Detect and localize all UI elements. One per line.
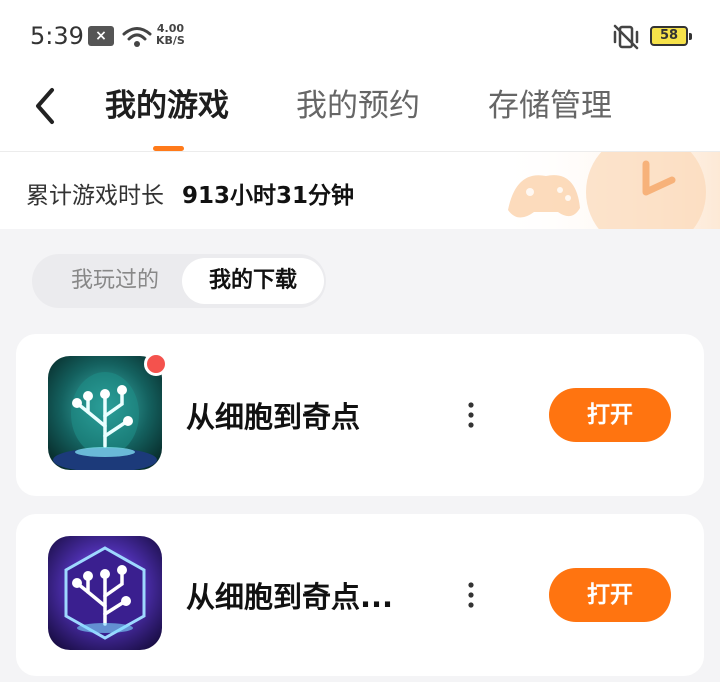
wifi-icon (122, 27, 152, 47)
status-bar: 5:39 × 4.00 KB/S 58 (0, 0, 720, 70)
cell-to-singularity-app-icon[interactable] (48, 356, 162, 470)
battery-indicator: 58 (650, 26, 692, 46)
vibrate-off-icon (613, 24, 639, 50)
status-time: 5:39 (30, 22, 84, 50)
open-button[interactable]: 打开 (549, 388, 671, 442)
chevron-left-icon (36, 88, 54, 124)
tab-my-reservations[interactable]: 我的预约 (296, 84, 420, 128)
playtime-banner: 累计游戏时长 913小时31分钟 (0, 152, 720, 229)
game-name: 从细胞到奇点... (186, 580, 394, 614)
game-name: 从细胞到奇点 (186, 400, 361, 434)
header: 我的游戏 我的预约 存储管理 (0, 70, 720, 152)
filter-segment: 我玩过的 我的下载 (32, 254, 326, 308)
game-card[interactable]: 从细胞到奇点... 打开 (16, 514, 704, 676)
tab-storage-management[interactable]: 存储管理 (488, 84, 612, 128)
close-box-icon: × (88, 26, 114, 46)
active-tab-indicator (153, 146, 184, 151)
more-vertical-icon[interactable] (464, 400, 478, 430)
network-speed: 4.00 KB/S (156, 23, 185, 47)
back-button[interactable] (28, 84, 64, 128)
game-card[interactable]: 从细胞到奇点 打开 (16, 334, 704, 496)
segment-downloads[interactable]: 我的下载 (182, 258, 324, 304)
segment-played[interactable]: 我玩过的 (50, 254, 180, 308)
playtime-label: 累计游戏时长 (26, 183, 164, 209)
update-badge (144, 352, 168, 376)
speed-unit: KB/S (156, 34, 185, 47)
more-vertical-icon[interactable] (464, 580, 478, 610)
cell-to-singularity-app-icon[interactable] (48, 536, 162, 650)
open-button[interactable]: 打开 (549, 568, 671, 622)
gamepad-clock-decoration (496, 152, 720, 229)
playtime-value: 913小时31分钟 (182, 183, 355, 209)
tab-my-games[interactable]: 我的游戏 (105, 84, 229, 128)
